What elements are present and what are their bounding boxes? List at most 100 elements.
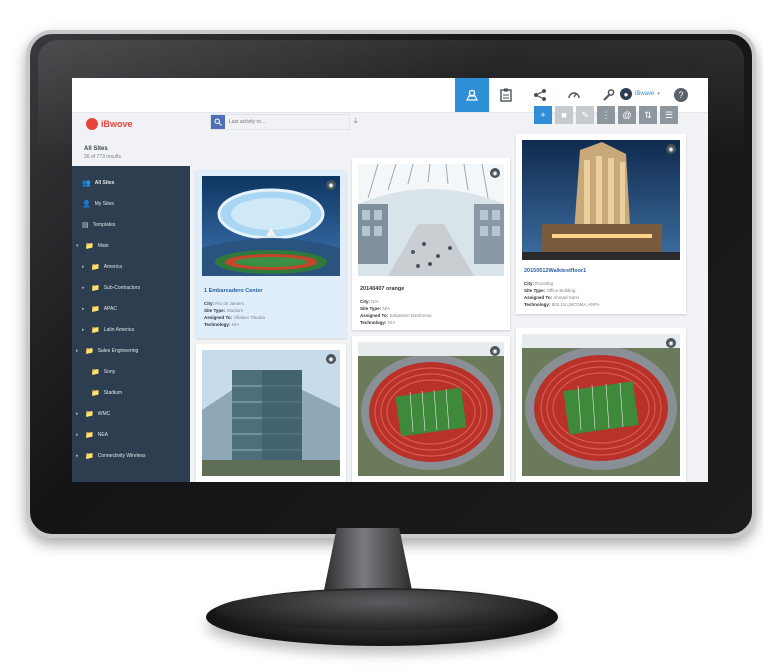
folder-icon: 📁 — [85, 348, 94, 355]
monitor-stand-base-top — [216, 590, 548, 630]
sidebar-item-templates[interactable]: ▤ Templates — [82, 216, 115, 234]
sidebar-item-label: Sales Engineering — [97, 348, 139, 354]
site-card-6-stadium[interactable]: ◉ — [516, 328, 686, 482]
site-photo-stadium-aerial — [522, 334, 680, 476]
site-type-value: N/A — [382, 306, 390, 311]
sidebar-item-sub-contractors[interactable]: ▸ 📁 Sub-Contractors — [82, 279, 140, 297]
edit-pencil-icon[interactable]: ✎ — [576, 106, 594, 124]
view-360-icon[interactable]: ◉ — [666, 338, 676, 348]
sidebar-item-connectivity-wireless[interactable]: ▸ 📁 Connectivity Wireless — [76, 447, 146, 465]
view-360-icon[interactable]: ◉ — [326, 354, 336, 364]
site-card-3-walktest[interactable]: ◉ 20150512Walktestfloor1 City: Roosting … — [516, 134, 686, 314]
sidebar-item-label: Main — [97, 243, 109, 249]
site-photo-mall-atrium — [358, 164, 504, 276]
card-details: City: N/A Site Type: N/A Assigned To: Se… — [360, 298, 431, 326]
chevron-right-icon: ▸ — [76, 453, 79, 459]
site-type-label: Site Type: — [524, 288, 546, 293]
action-toolbar: + ■ ✎ ⋮ @ ⇅ ☰ — [534, 106, 678, 124]
sidebar-item-america[interactable]: ▸ 📁 America — [82, 258, 122, 276]
city-label: City: — [524, 281, 534, 286]
sidebar: 👥 All Sites 👤 My Sites ▤ Templates ▾ 📁 M… — [72, 166, 190, 482]
folder-icon: 📁 — [91, 306, 100, 313]
user-avatar-icon: ● — [620, 88, 632, 100]
list-view-icon[interactable]: ☰ — [660, 106, 678, 124]
assigned-value: Villalani Tiburtia — [233, 315, 265, 320]
sidebar-item-label: Sony — [103, 369, 116, 375]
sidebar-item-nea[interactable]: ▸ 📁 NEA — [76, 426, 108, 444]
site-card-4-glass-building[interactable]: ◉ — [196, 344, 346, 482]
search-bar — [210, 114, 350, 130]
card-title[interactable]: 1 Embarcadero Center — [204, 288, 263, 294]
technology-label: Technology: — [360, 320, 387, 325]
sidebar-item-all-sites[interactable]: 👥 All Sites — [82, 174, 114, 192]
document-icon: ▤ — [82, 222, 89, 229]
site-card-1-embarcadero[interactable]: ◉ 1 Embarcadero Center City: Rio de Jane… — [196, 170, 346, 338]
site-photo-stadium-aerial — [358, 342, 504, 476]
nav-sites-icon[interactable] — [455, 78, 489, 112]
technology-label: Technology: — [524, 302, 551, 307]
city-value: N/A — [371, 299, 379, 304]
folder-icon: 📁 — [85, 453, 94, 460]
sort-icon[interactable]: ⇅ — [639, 106, 657, 124]
chevron-right-icon: ▸ — [82, 285, 85, 291]
city-value: Rio de Janeiro — [215, 301, 245, 306]
site-card-5-stadium[interactable]: ◉ — [352, 336, 510, 482]
sidebar-item-latin-america[interactable]: ▸ 📁 Latin America — [82, 321, 134, 339]
search-input[interactable] — [225, 118, 341, 126]
more-options-icon[interactable]: ⋮ — [597, 106, 615, 124]
chevron-right-icon: ▸ — [76, 411, 79, 417]
user-icon: 👤 — [82, 201, 91, 208]
nav-clipboard-icon[interactable] — [489, 78, 523, 112]
add-site-button[interactable]: + — [534, 106, 552, 124]
folder-icon: 📁 — [91, 327, 100, 334]
help-button[interactable]: ? — [674, 88, 688, 102]
technology-label: Technology: — [204, 322, 231, 327]
view-360-icon[interactable]: ◉ — [666, 144, 676, 154]
site-type-value: Office Building — [546, 288, 576, 293]
site-photo-glass-building — [202, 350, 340, 476]
sidebar-item-label: America — [103, 264, 123, 270]
logo-text: iBwove — [101, 119, 133, 129]
site-card-2-orange[interactable]: ◉ 20140407 orange City: N/A Site Type: N… — [352, 158, 510, 330]
folder-icon: 📁 — [91, 390, 100, 397]
sidebar-item-label: Latin America — [103, 327, 135, 333]
view-360-icon[interactable]: ◉ — [326, 180, 336, 190]
view-360-icon[interactable]: ◉ — [490, 168, 500, 178]
group-icon: 👥 — [82, 180, 91, 187]
mention-at-icon[interactable]: @ — [618, 106, 636, 124]
assigned-label: Assigned To: — [204, 315, 233, 320]
site-type-value: Stadium — [226, 308, 243, 313]
sidebar-item-stadium[interactable]: 📁 Stadium — [82, 384, 122, 402]
assigned-value: Ahmad Sami — [553, 295, 579, 300]
sidebar-item-label: All Sites — [94, 180, 115, 186]
sidebar-item-my-sites[interactable]: 👤 My Sites — [82, 195, 114, 213]
folder-icon: 📁 — [91, 264, 100, 271]
card-title[interactable]: 20150512Walktestfloor1 — [524, 268, 586, 274]
search-icon[interactable] — [211, 115, 225, 129]
logo-icon — [86, 118, 98, 130]
app-screen: ● iBwave ▾ ? iBwove ⤓ + ■ ✎ ⋮ @ ⇅ ☰ All … — [72, 78, 708, 482]
chevron-down-icon: ▾ — [76, 243, 79, 249]
sidebar-item-apac[interactable]: ▸ 📁 APAC — [82, 300, 117, 318]
sidebar-item-wmc[interactable]: ▸ 📁 WMC — [76, 405, 110, 423]
user-name: iBwave — [635, 91, 655, 97]
chevron-down-icon: ▾ — [657, 91, 660, 97]
city-value: Roosting — [535, 281, 554, 286]
sidebar-item-label: NEA — [97, 432, 108, 438]
site-type-label: Site Type: — [204, 308, 226, 313]
chevron-right-icon: ▸ — [82, 264, 85, 270]
sidebar-item-label: Connectivity Wireless — [97, 453, 146, 459]
chevron-right-icon: ▸ — [82, 327, 85, 333]
card-title[interactable]: 20140407 orange — [360, 286, 404, 292]
sidebar-item-sony[interactable]: 📁 Sony — [82, 363, 115, 381]
sidebar-item-label: Sub-Contractors — [103, 285, 141, 291]
user-menu[interactable]: ● iBwave ▾ — [620, 88, 660, 100]
site-type-label: Site Type: — [360, 306, 382, 311]
folder-icon: 📁 — [85, 243, 94, 250]
upload-icon[interactable]: ⤓ — [354, 116, 358, 126]
sidebar-item-sales-engineering[interactable]: ▸ 📁 Sales Engineering — [76, 342, 138, 360]
view-360-icon[interactable]: ◉ — [490, 346, 500, 356]
card-details: City: Roosting Site Type: Office Buildin… — [524, 280, 600, 308]
sidebar-item-main[interactable]: ▾ 📁 Main — [76, 237, 109, 255]
stop-icon[interactable]: ■ — [555, 106, 573, 124]
